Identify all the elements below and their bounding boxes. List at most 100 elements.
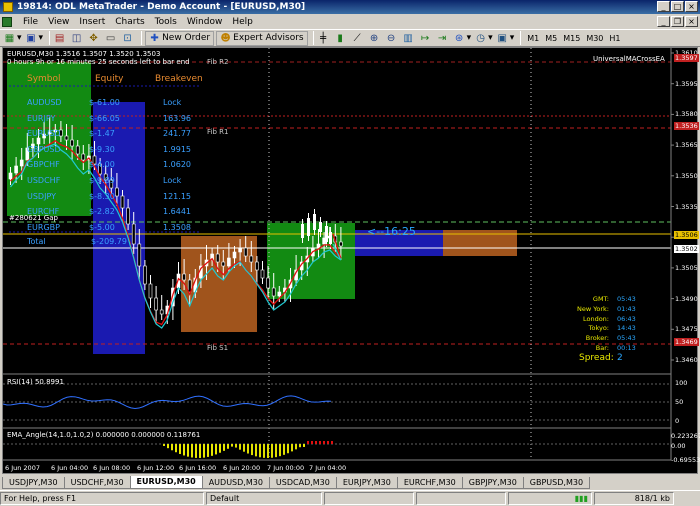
table-row-breakeven: 1.0620 [163,160,191,170]
tile-windows-icon: ▥ [403,32,413,44]
menu-charts[interactable]: Charts [110,17,149,27]
timeframe-h1-button[interactable]: H1 [606,34,623,43]
candle-body [131,223,136,245]
price-axis-label: 1.3460 [675,356,698,364]
ema-angle-bar [239,444,241,450]
profiles-button[interactable]: ▣ ▾ [25,31,45,46]
candle-body [227,257,231,267]
price-chart[interactable] [3,48,697,473]
chart-tab[interactable]: AUDUSD,M30 [201,477,270,489]
price-axis-label: 1.3550 [675,171,698,180]
tile-windows-button[interactable]: ▥ [402,31,417,46]
chart-tab[interactable]: GBPUSD,M30 [522,477,591,489]
data-window-button[interactable]: ◫ [70,31,85,46]
status-help: For Help, press F1 [0,492,204,505]
terminal-button[interactable]: ▭ [104,31,119,46]
line-chart-button[interactable]: ⟋ [351,31,366,46]
table-row-symbol: AUDUSD [27,98,62,107]
ema-angle-bar [219,444,221,453]
chart-tab[interactable]: EURCHF,M30 [396,477,463,489]
zoom-out-button[interactable]: ⊖ [385,31,400,46]
candle-body [243,247,248,257]
chart-tab[interactable]: USDCHF,M30 [63,477,131,489]
menu-window[interactable]: Window [182,17,228,27]
title-bar[interactable]: 19814: ODL MetaTrader - Demo Account - [… [0,0,700,14]
market-watch-button[interactable]: ▤ [53,31,68,46]
candle-body [255,261,259,271]
expert-advisors-button[interactable]: ☻ Expert Advisors [216,30,308,46]
ema-angle-bar [327,441,329,444]
timeframe-m30-button[interactable]: M30 [583,34,606,43]
table-header-equity: Equity [95,74,124,84]
chart-header: EURUSD,M30 1.3516 1.3507 1.3520 1.3503 [7,50,161,58]
indicators-button[interactable]: ⊛ ▾ [453,31,473,46]
ema-angle-bar [215,444,217,455]
child-minimize-button[interactable]: _ [657,16,670,27]
ema-angle-bar [247,444,249,454]
chart-tab[interactable]: GBPJPY,M30 [461,477,524,489]
ema-angle-bar [275,444,277,458]
menu-file[interactable]: File [18,17,43,27]
chart-tab[interactable]: EURUSD,M30 [129,476,203,489]
ema-angle-bar [187,444,189,457]
price-tag-r1: 1.3536 [674,122,699,130]
chart-shift-button[interactable]: ⇥ [436,31,451,46]
chart-tab[interactable]: USDCAD,M30 [268,477,337,489]
menu-tools[interactable]: Tools [150,17,182,27]
menu-insert[interactable]: Insert [74,17,110,27]
price-axis-label: 1.3490 [675,294,698,303]
new-order-label: New Order [162,33,211,43]
periods-button[interactable]: ◷ ▾ [474,31,494,46]
candle-body [81,153,86,161]
price-tag-bid: 1.3502 [674,245,699,253]
zoom-in-button[interactable]: ⊕ [368,31,383,46]
autoscroll-button[interactable]: ↦ [419,31,434,46]
close-button[interactable]: × [685,1,698,12]
navigator-button[interactable]: ✥ [87,31,102,46]
time-axis-label: 7 Jun 04:00 [309,464,347,472]
new-chart-button[interactable]: ▦ ▾ [3,31,23,46]
spread-value: 2 [617,353,623,363]
pivot-s1-label: Fib S1 [207,344,229,352]
candle-chart-button[interactable]: ▮ [334,31,349,46]
table-row-breakeven: 241.77 [163,129,191,139]
chart-window-icon[interactable] [2,16,12,27]
candle-body [271,287,276,297]
ema-angle-bar [211,444,213,456]
candle-body [319,222,322,232]
ema-angle-bar [231,444,233,447]
timeframe-m1-button[interactable]: M1 [524,34,542,43]
clock-label: New York: [577,304,609,313]
tester-button[interactable]: ⊡ [121,31,136,46]
timeframe-m15-button[interactable]: M15 [560,34,583,43]
menu-help[interactable]: Help [227,17,258,27]
child-restore-button[interactable]: ❐ [671,16,684,27]
templates-button[interactable]: ▣ ▾ [496,31,516,46]
spread-label: Spread: [579,353,614,363]
table-row-symbol: GBPUSD [27,144,61,154]
time-axis-label: 6 Jun 04:00 [51,464,89,472]
candle-body [316,243,321,249]
tester-icon: ⊡ [123,32,132,44]
ema-angle-bar [175,444,177,453]
ema-angle-bar [319,441,321,444]
bar-chart-button[interactable]: ╪ [317,31,332,46]
minimize-button[interactable]: _ [657,1,670,12]
table-row-symbol: GBPCHF [27,160,60,170]
ema-angle-bar [279,444,281,457]
candle-body [249,255,254,263]
chart-tab[interactable]: EURJPY,M30 [335,477,398,489]
ema-angle-bar [207,444,209,457]
chart-window[interactable]: EURUSD,M30 1.3516 1.3507 1.3520 1.3503 0… [2,47,700,474]
child-close-button[interactable]: × [685,16,698,27]
maximize-button[interactable]: □ [671,1,684,12]
time-axis-label: 6 Jun 08:00 [93,464,131,472]
menu-view[interactable]: View [43,17,74,27]
time-axis-label: 6 Jun 12:00 [137,464,175,472]
clock-value: 01:43 [617,304,636,313]
table-header-symbol: Symbol [27,74,61,84]
timeframe-m5-button[interactable]: M5 [542,34,560,43]
chart-tab[interactable]: USDJPY,M30 [2,477,65,489]
ema-axis-label: 0.00 [671,442,686,450]
new-order-button[interactable]: ✚ New Order [145,30,215,46]
